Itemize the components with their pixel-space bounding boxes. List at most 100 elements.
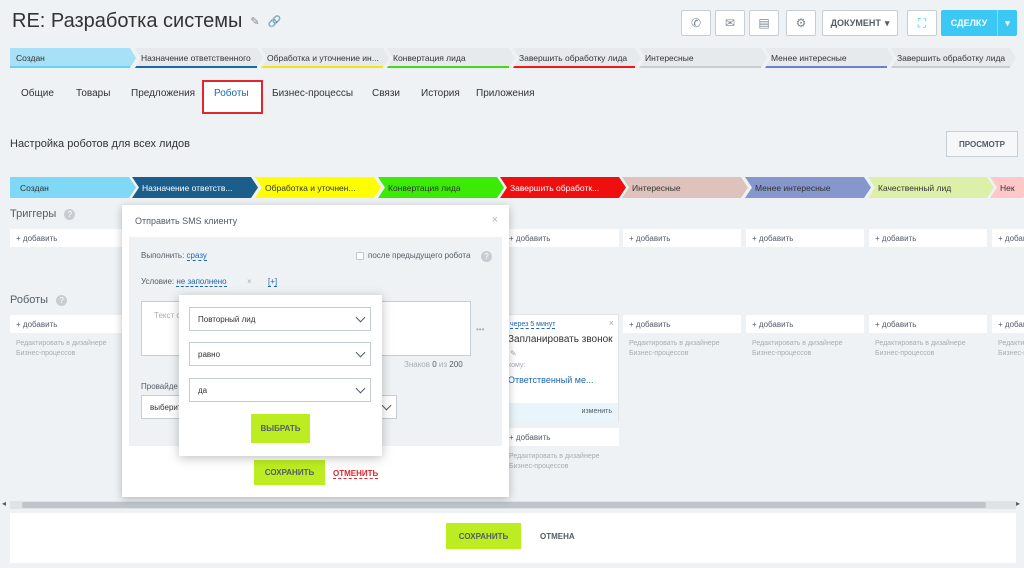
tab-general[interactable]: Общие	[21, 88, 54, 99]
stage-progress-bar: Создан Назначение ответственного Обработ…	[10, 48, 1016, 68]
condition-operator-select[interactable]: равно	[189, 342, 371, 366]
robot-edit-link[interactable]: изменить	[582, 408, 612, 415]
execute-label: Выполнить: сразу	[141, 251, 207, 261]
tab-products[interactable]: Товары	[76, 88, 110, 99]
section-title: Настройка роботов для всех лидов	[10, 138, 190, 150]
condition-value-value: да	[198, 385, 208, 395]
stage-column-header[interactable]: Менее интересные	[745, 177, 871, 198]
chevron-down-icon[interactable]: ▾	[997, 10, 1017, 36]
stage-item[interactable]: Завершить обработку лида	[513, 48, 641, 68]
page-title: RE: Разработка системы ✎ 🔗	[12, 10, 281, 33]
tab-offers[interactable]: Предложения	[131, 88, 195, 99]
create-deal-label: СДЕЛКУ	[950, 18, 988, 28]
chat-icon[interactable]: ▤	[749, 10, 779, 36]
robot-card[interactable]: через 5 минут × Запланировать звонок ✎ к…	[503, 314, 619, 422]
designer-hint[interactable]: Редактировать в дизайнереБизнес-процессо…	[998, 339, 1024, 359]
chevron-down-icon	[355, 383, 366, 393]
dialog-cancel-link[interactable]: ОТМЕНИТЬ	[333, 469, 379, 479]
convert-icon[interactable]: ⛶	[907, 10, 937, 36]
designer-hint[interactable]: Редактировать в дизайнереБизнес-процессо…	[752, 339, 843, 359]
add-trigger-button[interactable]: + добавить	[746, 229, 864, 247]
stage-item[interactable]: Назначение ответственного	[135, 48, 263, 68]
designer-hint[interactable]: Редактировать в дизайнереБизнес-процессо…	[16, 339, 107, 359]
help-icon[interactable]: ?	[56, 294, 68, 306]
execute-value[interactable]: сразу	[186, 251, 207, 261]
stage-column-header[interactable]: Интересные	[622, 177, 748, 198]
close-icon[interactable]: ×	[609, 318, 614, 328]
more-icon[interactable]: •••	[476, 325, 484, 334]
scroll-right-icon[interactable]: ▸	[1016, 499, 1020, 508]
add-robot-button[interactable]: + добавить	[623, 315, 741, 333]
stage-column-header[interactable]: Конвертация лида	[378, 177, 504, 198]
stage-item[interactable]: Интересные	[639, 48, 767, 68]
condition-popup: Повторный лид равно да ВЫБРАТЬ	[179, 295, 382, 456]
provider-value: выберит	[150, 402, 182, 412]
pencil-icon[interactable]: ✎	[510, 349, 517, 358]
add-trigger-button[interactable]: + добавить	[623, 229, 741, 247]
provider-label: Провайде	[141, 382, 178, 391]
designer-hint[interactable]: Редактировать в дизайнереБизнес-процессо…	[509, 452, 600, 472]
chevron-down-icon	[355, 347, 366, 357]
add-trigger-button[interactable]: + добавить	[10, 229, 126, 247]
preview-button[interactable]: ПРОСМОТР	[946, 131, 1018, 157]
stage-item[interactable]: Менее интересные	[765, 48, 893, 68]
stage-column-header[interactable]: Нек	[990, 177, 1024, 198]
scroll-left-icon[interactable]: ◂	[2, 499, 6, 508]
tab-robots[interactable]: Роботы	[214, 88, 249, 99]
gear-icon[interactable]: ⚙	[786, 10, 816, 36]
condition-value-select[interactable]: да	[189, 378, 371, 402]
phone-icon[interactable]: ✆	[681, 10, 711, 36]
stage-column-header[interactable]: Завершить обработк...	[500, 177, 626, 198]
add-condition-link[interactable]: [+]	[268, 277, 278, 287]
document-button-label: ДОКУМЕНТ	[830, 18, 881, 28]
stage-item[interactable]: Обработка и уточнение ин...	[261, 48, 389, 68]
triggers-title: Триггеры	[10, 208, 57, 220]
add-trigger-button[interactable]: + добавить	[992, 229, 1024, 247]
after-previous-checkbox[interactable]	[356, 252, 364, 260]
document-button[interactable]: ДОКУМЕНТ ▾	[822, 10, 898, 36]
stage-item[interactable]: Конвертация лида	[387, 48, 515, 68]
condition-field-select[interactable]: Повторный лид	[189, 307, 371, 331]
stage-item[interactable]: Завершить обработку лида	[891, 48, 1016, 68]
footer-save-button[interactable]: СОХРАНИТЬ	[446, 523, 521, 549]
robot-who-value[interactable]: Ответственный ме...	[508, 375, 593, 385]
dialog-save-button[interactable]: СОХРАНИТЬ	[254, 460, 325, 485]
remove-condition-icon[interactable]: ×	[247, 277, 252, 286]
add-robot-button[interactable]: + добавить	[10, 315, 126, 333]
designer-hint[interactable]: Редактировать в дизайнереБизнес-процессо…	[629, 339, 720, 359]
robot-delay[interactable]: через 5 минут	[510, 321, 556, 329]
designer-hint[interactable]: Редактировать в дизайнереБизнес-процессо…	[875, 339, 966, 359]
add-robot-button[interactable]: + добавить	[746, 315, 864, 333]
tab-business-processes[interactable]: Бизнес-процессы	[272, 88, 353, 99]
scrollbar-thumb[interactable]	[22, 502, 986, 508]
dialog-title: Отправить SMS клиенту	[135, 216, 238, 226]
add-robot-button[interactable]: + добавить	[992, 315, 1024, 333]
condition-operator-value: равно	[198, 349, 221, 359]
add-trigger-button[interactable]: + добавить	[869, 229, 987, 247]
chevron-down-icon: ▾	[884, 17, 890, 28]
stage-column-header[interactable]: Обработка и уточнен...	[255, 177, 381, 198]
tab-links[interactable]: Связи	[372, 88, 400, 99]
horizontal-scrollbar[interactable]	[10, 501, 1016, 509]
stage-column-header[interactable]: Качественный лид	[868, 177, 994, 198]
pencil-icon[interactable]: ✎	[250, 15, 259, 28]
choose-button[interactable]: ВЫБРАТЬ	[251, 414, 310, 443]
page-title-text: RE: Разработка системы	[12, 10, 243, 32]
tab-history[interactable]: История	[421, 88, 460, 99]
stage-column-header[interactable]: Создан	[10, 177, 136, 198]
add-trigger-button[interactable]: + добавить	[503, 229, 619, 247]
link-icon[interactable]: 🔗	[268, 15, 282, 28]
footer-cancel-button[interactable]: ОТМЕНА	[540, 532, 575, 541]
help-icon[interactable]: ?	[64, 208, 76, 220]
create-deal-button[interactable]: СДЕЛКУ ▾	[941, 10, 1017, 36]
stage-column-header[interactable]: Назначение ответств...	[132, 177, 258, 198]
close-icon[interactable]: ×	[492, 214, 498, 226]
add-robot-button[interactable]: + добавить	[869, 315, 987, 333]
add-robot-button[interactable]: + добавить	[503, 428, 619, 446]
mail-icon[interactable]: ✉	[715, 10, 745, 36]
robot-title: Запланировать звонок	[508, 334, 613, 345]
help-icon[interactable]: ?	[481, 251, 492, 262]
tab-applications[interactable]: Приложения	[476, 88, 535, 99]
condition-value[interactable]: не заполнено	[176, 277, 227, 287]
stage-item[interactable]: Создан	[10, 48, 136, 68]
